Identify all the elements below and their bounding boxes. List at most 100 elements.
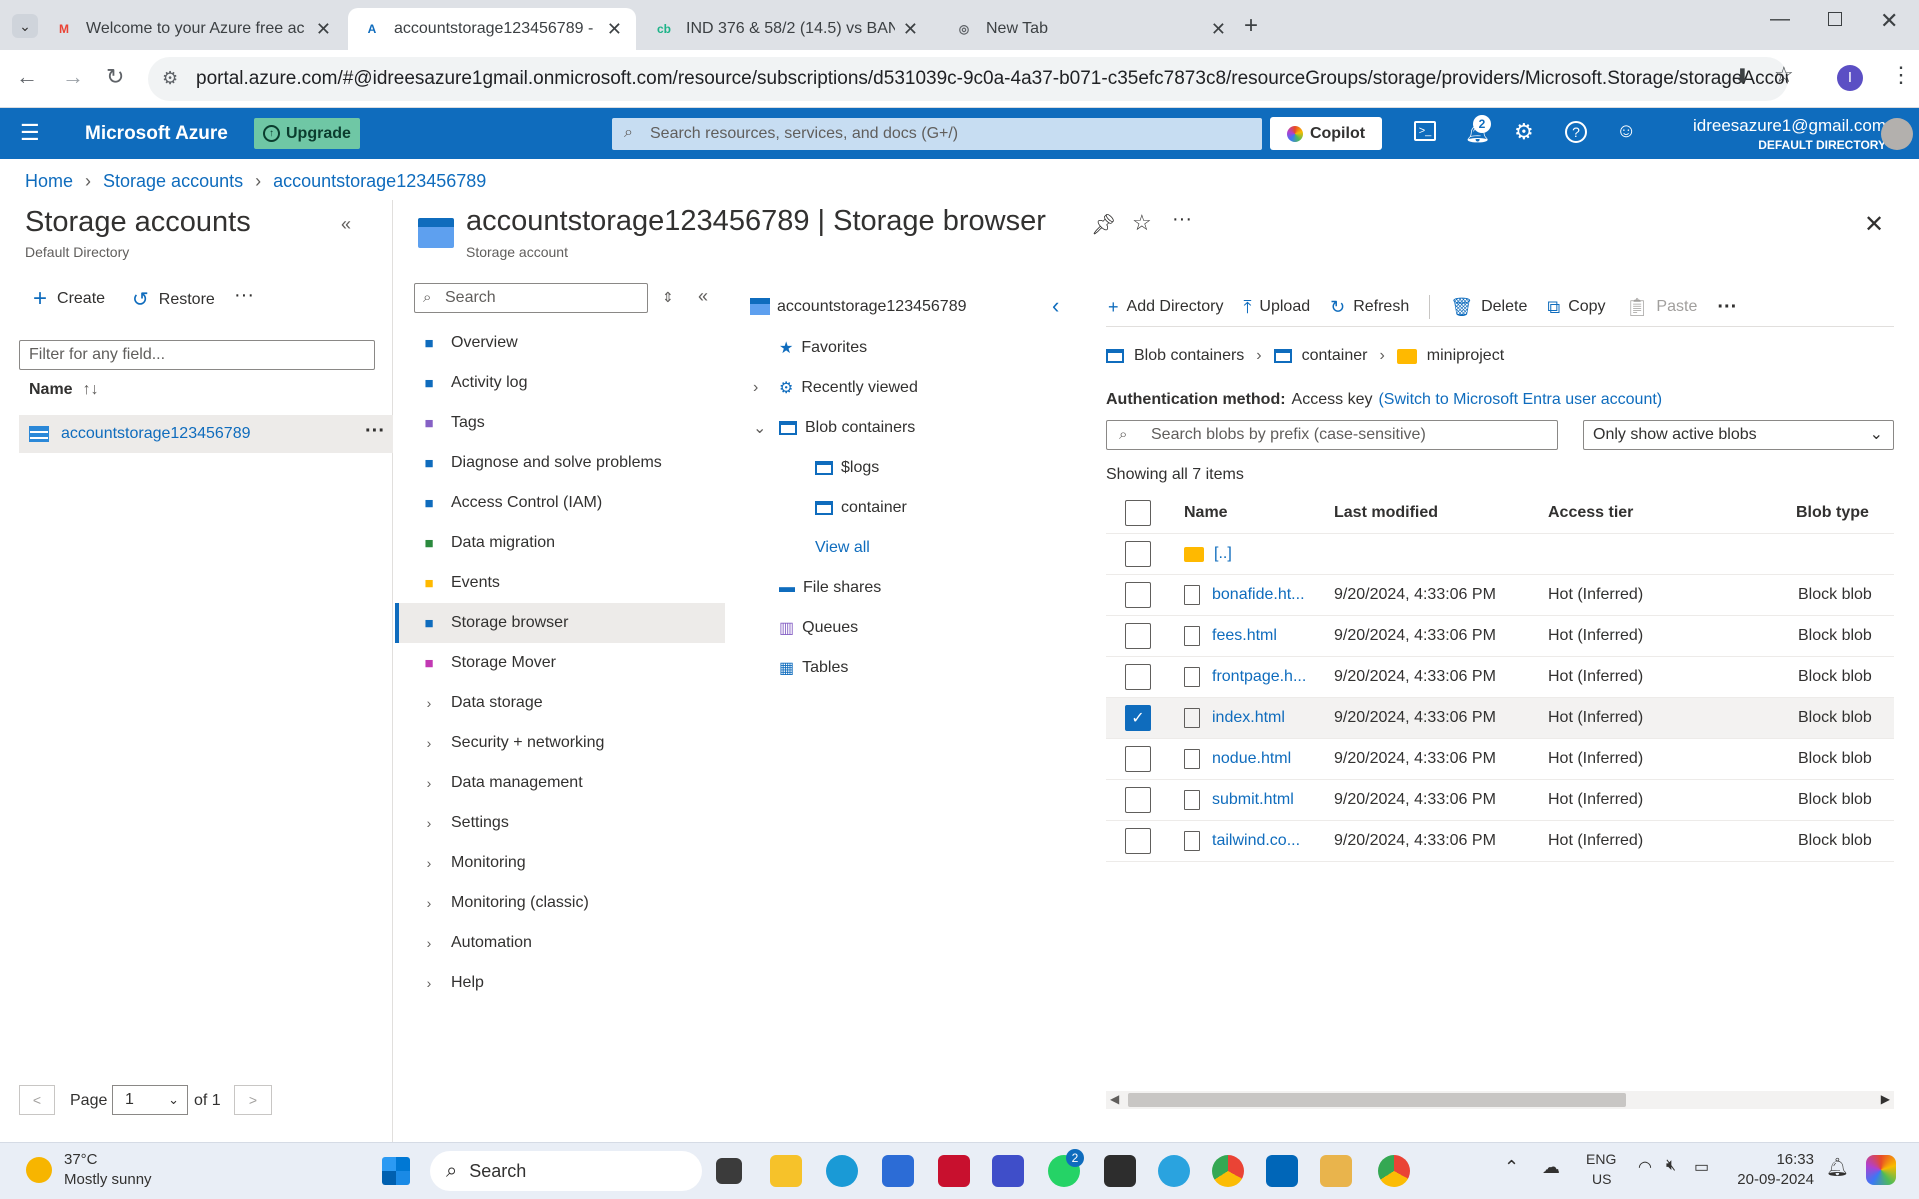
breadcrumb-storage-accounts[interactable]: Storage accounts [103,171,243,192]
settings-gear-icon[interactable]: ⚙ [1514,119,1534,145]
browser-menu-icon[interactable]: ⋮ [1890,62,1912,88]
reload-icon[interactable]: ↻ [106,64,124,90]
more-icon[interactable]: ··· [1172,208,1192,231]
menu-group[interactable]: › Monitoring (classic) [395,883,725,923]
menu-group[interactable]: › Data management [395,763,725,803]
path-miniproject[interactable]: miniproject [1427,347,1504,365]
tree-blob-containers[interactable]: ⌄ Blob containers [745,408,1075,448]
prev-page-button[interactable]: < [19,1085,55,1115]
blob-row[interactable]: tailwind.co... 9/20/2024, 4:33:06 PM Hot… [1106,821,1894,862]
clock-time[interactable]: 16:33 [1744,1151,1814,1168]
profile-avatar[interactable]: I [1837,65,1863,91]
pin-icon[interactable]: 📌︎ [1091,212,1116,237]
tree-container-logs[interactable]: $logs [745,448,1075,488]
forward-icon[interactable]: → [62,64,84,90]
blob-name-link[interactable]: frontpage.h... [1184,667,1334,687]
menu-item[interactable]: ■ Overview [395,323,725,363]
close-tab-icon[interactable]: ✕ [316,19,331,40]
blob-row[interactable]: ✓ index.html 9/20/2024, 4:33:06 PM Hot (… [1106,698,1894,739]
blob-row[interactable]: nodue.html 9/20/2024, 4:33:06 PM Hot (In… [1106,739,1894,780]
tree-queues[interactable]: ▥ Queues [745,608,1075,648]
menu-item[interactable]: ■ Diagnose and solve problems [395,443,725,483]
site-info-icon[interactable]: ⚙ [162,68,178,89]
browser-tab[interactable]: cb IND 376 & 58/2 (14.5) vs BAN 1 ✕ [640,8,932,50]
horizontal-scrollbar[interactable]: ◀ ▶ [1106,1091,1894,1109]
tree-file-shares[interactable]: ▬ File shares [745,568,1075,608]
notification-bell-icon[interactable]: 🔔︎ [1826,1157,1849,1178]
blob-search-input[interactable]: ⌕ Search blobs by prefix (case-sensitive… [1106,420,1558,450]
delete-button[interactable]: 🗑︎ Delete [1450,297,1527,318]
copilot-taskbar-icon[interactable] [1866,1155,1896,1185]
menu-item[interactable]: ■ Tags [395,403,725,443]
bookmark-star-icon[interactable]: ☆ [1774,62,1794,88]
menu-group[interactable]: › Help [395,963,725,1003]
storage-account-link[interactable]: accountstorage123456789 [61,425,251,443]
blob-row[interactable]: frontpage.h... 9/20/2024, 4:33:06 PM Hot… [1106,657,1894,698]
copilot-button[interactable]: Copilot [1270,117,1382,150]
name-column-header[interactable]: Name ↑↓ [29,381,99,399]
menu-item[interactable]: ■ Access Control (IAM) [395,483,725,523]
windows-start-icon[interactable] [382,1157,410,1185]
telegram-icon[interactable] [1158,1155,1190,1187]
blob-name-link[interactable]: fees.html [1184,626,1334,646]
more-actions-icon[interactable]: ··· [234,284,254,307]
row-checkbox[interactable] [1125,746,1151,772]
onedrive-icon[interactable]: ☁ [1542,1157,1560,1178]
help-icon[interactable]: ? [1565,121,1587,143]
show-hidden-icons[interactable]: ⌃ [1504,1157,1519,1178]
refresh-button[interactable]: ↻ Refresh [1330,297,1409,318]
row-checkbox[interactable] [1125,623,1151,649]
close-tab-icon[interactable]: ✕ [1211,19,1226,40]
blob-row[interactable]: bonafide.ht... 9/20/2024, 4:33:06 PM Hot… [1106,575,1894,616]
row-checkbox[interactable] [1125,787,1151,813]
sort-menu-icon[interactable]: ⇕ [662,289,674,306]
cloud-shell-icon[interactable]: >_ [1414,121,1436,141]
back-icon[interactable]: ← [16,64,38,90]
tree-favorites[interactable]: ★ Favorites [745,328,1075,368]
blob-name-link[interactable]: submit.html [1184,790,1334,810]
breadcrumb-home[interactable]: Home [25,171,73,192]
blob-name-link[interactable]: tailwind.co... [1184,831,1334,851]
global-search-input[interactable]: ⌕ Search resources, services, and docs (… [612,118,1262,150]
blob-name-link[interactable]: bonafide.ht... [1184,585,1334,605]
close-blade-icon[interactable]: ✕ [1864,210,1884,239]
upload-button[interactable]: ⤒ Upload [1243,297,1310,318]
mcafee-icon[interactable] [938,1155,970,1187]
menu-item[interactable]: ■ Storage Mover [395,643,725,683]
weather-temp[interactable]: 37°C [64,1151,98,1168]
collapse-panel-icon[interactable]: « [341,214,351,235]
close-window-button[interactable]: ✕ [1880,8,1898,34]
row-more-icon[interactable]: ··· [365,420,385,443]
row-checkbox[interactable]: ✓ [1125,705,1151,731]
active-blobs-dropdown[interactable]: Only show active blobs ⌄ [1583,420,1894,450]
menu-group[interactable]: › Settings [395,803,725,843]
volume-icon[interactable]: 🔇︎ [1666,1157,1676,1175]
menu-search-input[interactable]: ⌕ Search [414,283,648,313]
column-name[interactable]: Name [1184,504,1334,522]
new-tab-button[interactable]: + [1244,12,1258,40]
wifi-icon[interactable]: ◠ [1638,1157,1652,1177]
blob-row[interactable]: fees.html 9/20/2024, 4:33:06 PM Hot (Inf… [1106,616,1894,657]
tab-search-icon[interactable]: ⌄ [12,14,38,38]
tree-root-label[interactable]: accountstorage123456789 [777,298,967,316]
browser-tab[interactable]: Aaccountstorage123456789 - Mi ✕ [348,8,636,50]
parent-directory-row[interactable]: [..] [1106,534,1894,575]
row-checkbox[interactable] [1125,582,1151,608]
menu-group[interactable]: › Data storage [395,683,725,723]
tree-container-container[interactable]: container [745,488,1075,528]
close-tab-icon[interactable]: ✕ [607,19,622,40]
language-label[interactable]: ENG [1586,1151,1616,1167]
portal-menu-icon[interactable]: ☰ [20,120,40,146]
scrollbar-thumb[interactable] [1128,1093,1626,1107]
browser-tab[interactable]: ◎ New Tab ✕ [940,8,1240,50]
url-field[interactable]: ⚙ portal.azure.com/#@idreesazure1gmail.o… [148,57,1788,101]
blob-name-link[interactable]: nodue.html [1184,749,1334,769]
column-last-modified[interactable]: Last modified [1334,504,1548,522]
user-avatar[interactable] [1881,118,1913,150]
storage-account-row[interactable]: accountstorage123456789 ··· [19,415,393,453]
next-page-button[interactable]: > [234,1085,272,1115]
browser-tab[interactable]: M Welcome to your Azure free ac ✕ [40,8,345,50]
upgrade-button[interactable]: ↑ Upgrade [254,118,360,149]
chrome-profile-icon[interactable] [1378,1155,1410,1187]
chrome-icon[interactable] [1212,1155,1244,1187]
